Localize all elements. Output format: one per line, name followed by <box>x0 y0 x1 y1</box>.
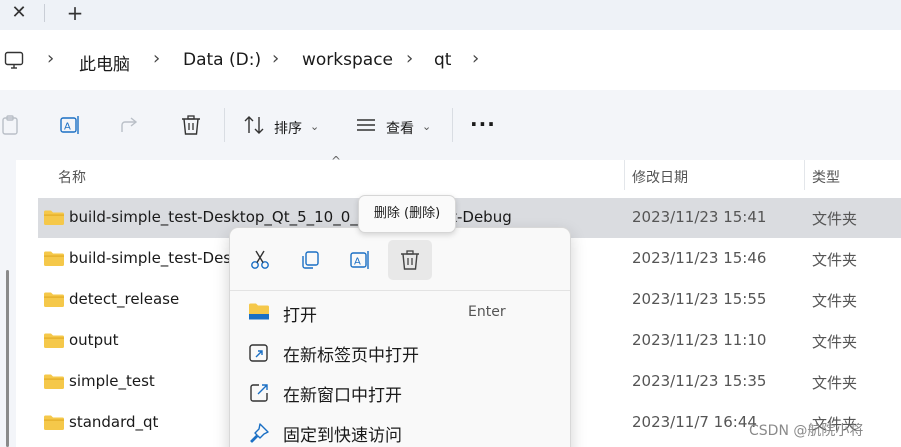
chevron-right-icon[interactable]: › <box>272 48 279 69</box>
watermark: CSDN @航院小将 <box>749 423 864 439</box>
delete-button[interactable] <box>388 240 432 280</box>
context-menu: A 打开 Enter 在新标签页中打开 在新窗口中打开 固定到快速访问 <box>229 227 571 447</box>
delete-tooltip: 删除 (删除) <box>358 195 456 233</box>
menu-item-open[interactable]: 打开 Enter <box>230 292 570 332</box>
folder-icon <box>44 251 64 266</box>
tab-separator <box>44 4 45 22</box>
navigation-scrollbar[interactable] <box>6 270 9 447</box>
command-bar: A 排序 ⌄ 查看 ⌄ ··· <box>0 90 901 160</box>
column-divider[interactable] <box>624 160 625 190</box>
menu-item-open-new-window[interactable]: 在新窗口中打开 <box>230 372 570 412</box>
view-icon <box>357 119 375 131</box>
toolbar-separator <box>452 108 453 142</box>
folder-icon <box>44 292 64 307</box>
file-modified: 2023/11/23 11:10 <box>632 331 767 349</box>
file-type: 文件夹 <box>812 333 858 351</box>
column-header-name[interactable]: 名称 <box>58 167 86 187</box>
chevron-right-icon[interactable]: › <box>472 48 479 69</box>
close-tab-button[interactable]: ✕ <box>4 1 34 25</box>
breadcrumb-this-pc[interactable]: 此电脑 <box>79 50 130 75</box>
tab-strip: ✕ + <box>0 0 901 30</box>
chevron-down-icon: ⌄ <box>310 120 320 133</box>
copy-button[interactable] <box>288 240 332 280</box>
folder-icon <box>44 415 64 430</box>
sort-label: 排序 <box>274 121 302 137</box>
sort-icon <box>244 116 264 134</box>
file-type: 文件夹 <box>812 374 858 392</box>
file-name: simple_test <box>69 372 155 390</box>
delete-icon[interactable] <box>180 114 202 136</box>
folder-open-icon <box>249 303 269 320</box>
column-header-type[interactable]: 类型 <box>812 167 840 187</box>
rename-icon: A <box>350 251 369 269</box>
file-modified: 2023/11/23 15:55 <box>632 290 767 308</box>
rename-button[interactable]: A <box>338 240 382 280</box>
more-options-button[interactable]: ··· <box>470 112 496 136</box>
address-bar: › 此电脑 › Data (D:) › workspace › qt › <box>0 30 901 90</box>
menu-divider <box>230 290 570 291</box>
menu-item-label: 打开 <box>283 306 317 326</box>
menu-item-pin-quick-access[interactable]: 固定到快速访问 <box>230 412 570 447</box>
computer-icon[interactable] <box>4 50 24 70</box>
menu-item-shortcut: Enter <box>468 304 506 320</box>
breadcrumb-data-drive[interactable]: Data (D:) <box>183 50 261 70</box>
plus-icon: + <box>66 1 84 25</box>
file-type: 文件夹 <box>812 251 858 269</box>
close-icon: ✕ <box>11 2 27 23</box>
share-icon[interactable] <box>119 114 141 136</box>
file-name: standard_qt <box>69 413 159 431</box>
file-modified: 2023/11/23 15:46 <box>632 249 767 267</box>
sort-ascending-icon: ^ <box>331 154 342 168</box>
pin-icon <box>250 423 269 443</box>
chevron-down-icon: ⌄ <box>422 120 432 133</box>
breadcrumb-qt[interactable]: qt <box>434 50 451 70</box>
menu-item-label: 固定到快速访问 <box>283 426 402 446</box>
paste-icon[interactable] <box>0 114 22 136</box>
file-type: 文件夹 <box>812 292 858 310</box>
chevron-right-icon[interactable]: › <box>47 48 54 69</box>
column-divider[interactable] <box>804 160 805 190</box>
file-name: detect_release <box>69 290 180 308</box>
folder-icon <box>44 374 64 389</box>
svg-text:A: A <box>64 122 71 133</box>
copy-icon <box>302 251 319 269</box>
menu-item-label: 在新窗口中打开 <box>283 386 402 406</box>
breadcrumb-workspace[interactable]: workspace <box>302 50 393 70</box>
svg-text:A: A <box>354 257 361 268</box>
file-modified: 2023/11/7 16:44 <box>632 413 757 431</box>
delete-icon <box>401 250 419 270</box>
file-type: 文件夹 <box>812 210 858 228</box>
chevron-right-icon[interactable]: › <box>406 48 413 69</box>
file-modified: 2023/11/23 15:41 <box>632 208 767 226</box>
new-tab-button[interactable]: + <box>60 1 90 25</box>
menu-item-open-new-tab[interactable]: 在新标签页中打开 <box>230 332 570 372</box>
file-name: output <box>69 331 119 349</box>
column-header-modified[interactable]: 修改日期 <box>632 167 688 187</box>
view-label: 查看 <box>386 121 414 137</box>
file-modified: 2023/11/23 15:35 <box>632 372 767 390</box>
open-in-new-window-icon <box>250 384 268 402</box>
open-in-new-tab-icon <box>249 344 268 362</box>
folder-icon <box>44 333 64 348</box>
rename-icon[interactable]: A <box>59 114 81 136</box>
toolbar-separator <box>224 108 225 142</box>
cut-icon <box>251 250 269 269</box>
menu-item-label: 在新标签页中打开 <box>283 346 419 366</box>
folder-icon <box>44 210 64 225</box>
cut-button[interactable] <box>238 240 282 280</box>
chevron-right-icon[interactable]: › <box>153 48 160 69</box>
